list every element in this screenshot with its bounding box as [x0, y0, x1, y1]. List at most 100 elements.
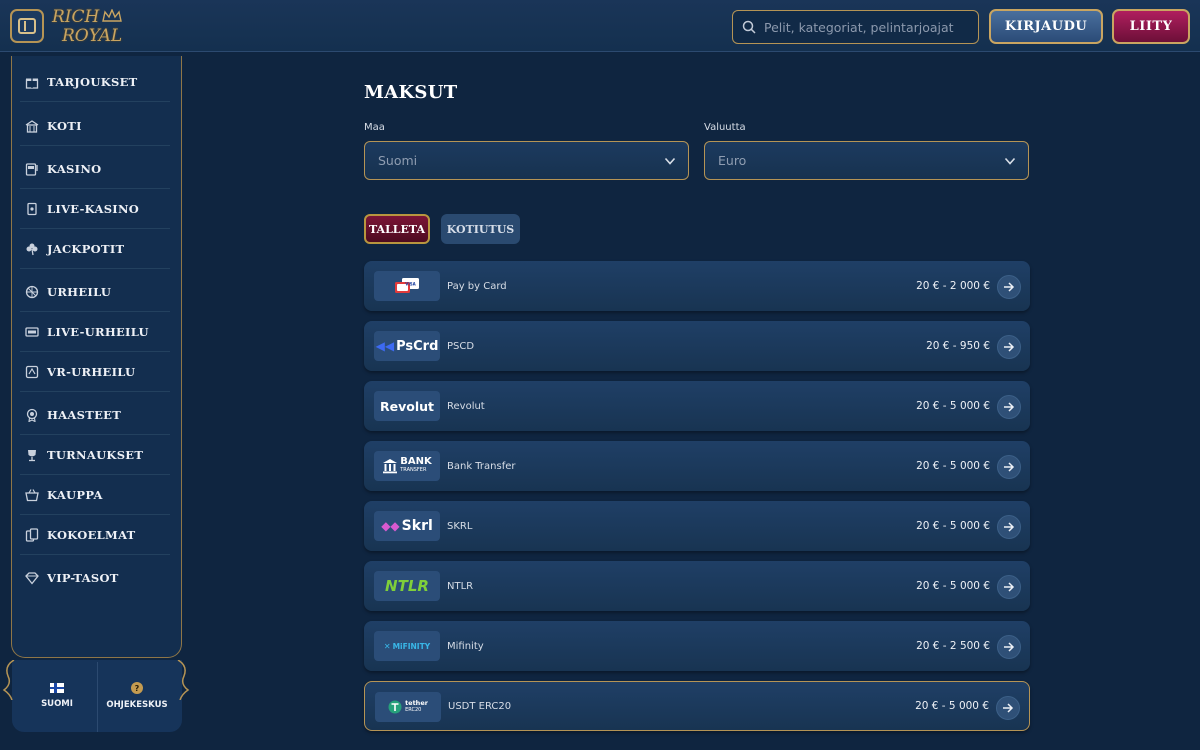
credit-card-icon: VISA: [395, 278, 419, 293]
country-label: Maa: [364, 122, 385, 133]
payment-method-row[interactable]: Revolut Revolut 20 € - 5 000 €: [364, 381, 1030, 431]
slot-machine-icon: [25, 162, 38, 176]
payment-logo: Revolut: [374, 391, 440, 421]
bank-logo-subtext: TRANSFER: [400, 467, 427, 473]
skrl-diamonds-icon: ◆◆: [381, 519, 400, 533]
payment-method-row[interactable]: ◆◆ Skrl SKRL 20 € - 5 000 €: [364, 501, 1030, 551]
payment-limit-range: 20 € - 5 000 €: [916, 580, 990, 592]
trophy-icon: [28, 449, 36, 461]
sidebar-item-live-casino[interactable]: LIVE-KASINO: [20, 189, 170, 229]
sidebar-item-home[interactable]: KOTI: [20, 106, 170, 146]
clover-icon: [26, 243, 38, 255]
select-payment-button[interactable]: [997, 635, 1021, 659]
sidebar-item-challenges[interactable]: HAASTEET: [20, 395, 170, 435]
payment-logo: BANK TRANSFER: [374, 451, 440, 481]
select-payment-button[interactable]: [996, 696, 1020, 720]
chevron-down-icon: [1004, 157, 1016, 165]
payment-logo: ✕ MiFINITY: [374, 631, 440, 661]
diamond-icon: [25, 572, 39, 585]
tab-deposit[interactable]: TALLETA: [364, 214, 430, 244]
currency-label: Valuutta: [704, 122, 746, 133]
payment-logo: VISA: [374, 271, 440, 301]
payment-method-name: USDT ERC20: [448, 700, 512, 712]
home-icon: [25, 119, 39, 133]
sidebar-item-label: TARJOUKSET: [47, 74, 138, 89]
sidebar: TARJOUKSET KOTI KASINO LIVE-KASINO JACKP…: [11, 56, 182, 658]
sidebar-item-tournaments[interactable]: TURNAUKSET: [20, 435, 170, 475]
payment-limit-range: 20 € - 5 000 €: [916, 520, 990, 532]
revolut-logo-text: Revolut: [380, 398, 434, 414]
payment-limit-range: 20 € - 2 500 €: [916, 640, 990, 652]
finland-flag-icon: [50, 683, 64, 693]
ntlr-logo-text: NTLR: [385, 577, 429, 595]
bank-logo-text: BANK: [400, 456, 432, 467]
basket-icon: [25, 488, 39, 501]
sidebar-item-casino[interactable]: KASINO: [20, 149, 170, 189]
sidebar-item-offers[interactable]: TARJOUKSET: [20, 62, 170, 102]
payment-method-name: PSCD: [447, 340, 475, 352]
select-payment-button[interactable]: [997, 575, 1021, 599]
payment-method-row[interactable]: BANK TRANSFER Bank Transfer 20 € - 5 000…: [364, 441, 1030, 491]
sidebar-item-vip-levels[interactable]: VIP-TASOT: [20, 558, 170, 598]
brand-logo[interactable]: RICH ROYAL: [52, 6, 128, 46]
select-payment-button[interactable]: [997, 515, 1021, 539]
visa-logo-text: VISA: [405, 282, 416, 287]
arrow-right-icon: [1003, 703, 1014, 713]
tab-withdraw[interactable]: KOTIUTUS: [441, 214, 520, 244]
select-payment-button[interactable]: [997, 335, 1021, 359]
sidebar-item-label: LIVE-KASINO: [47, 201, 140, 216]
help-center-link[interactable]: ? OHJEKESKUS: [102, 672, 172, 720]
language-selector[interactable]: SUOMI: [22, 672, 92, 720]
ball-icon: [25, 285, 39, 298]
sidebar-item-collections[interactable]: KOKOELMAT: [20, 515, 170, 555]
payment-limit-range: 20 € - 5 000 €: [916, 460, 990, 472]
payment-limit-range: 20 € - 2 000 €: [916, 280, 990, 292]
ornament-left-icon: [2, 660, 15, 700]
search-box[interactable]: [732, 10, 979, 44]
payment-method-name: NTLR: [447, 580, 474, 592]
currency-select[interactable]: Euro: [704, 141, 1029, 180]
payment-method-row[interactable]: ✕ MiFINITY Mifinity 20 € - 2 500 €: [364, 621, 1030, 671]
sidebar-item-label: KOTI: [47, 118, 82, 133]
live-tv-icon: [25, 326, 39, 337]
payment-method-row[interactable]: VISA Pay by Card 20 € - 2 000 €: [364, 261, 1030, 311]
currency-value: Euro: [718, 153, 747, 168]
payment-method-row-selected[interactable]: tether ERC20 USDT ERC20 20 € - 5 000 €: [364, 681, 1030, 731]
sidebar-item-sports[interactable]: URHEILU: [20, 272, 170, 312]
select-payment-button[interactable]: [997, 455, 1021, 479]
sidebar-item-label: KASINO: [47, 161, 102, 176]
sidebar-item-shop[interactable]: KAUPPA: [20, 475, 170, 515]
sidebar-item-live-sports[interactable]: LIVE-URHEILU: [20, 312, 170, 352]
join-button[interactable]: LIITY: [1112, 9, 1190, 44]
country-value: Suomi: [378, 153, 418, 168]
skrl-logo-text: Skrl: [401, 518, 433, 534]
sidebar-item-label: TURNAUKSET: [47, 447, 144, 462]
ornament-right-icon: [177, 660, 190, 700]
arrow-right-icon: [1004, 582, 1015, 592]
payment-method-row[interactable]: ◀◀ PsCrd PSCD 20 € - 950 €: [364, 321, 1030, 371]
cards-icon: [25, 527, 39, 542]
page-title: MAKSUT: [364, 82, 458, 103]
payment-method-row[interactable]: NTLR NTLR 20 € - 5 000 €: [364, 561, 1030, 611]
tether-logo-subtext: ERC20: [405, 707, 422, 713]
payment-method-name: Mifinity: [447, 640, 484, 652]
select-payment-button[interactable]: [997, 275, 1021, 299]
payment-limit-range: 20 € - 5 000 €: [916, 400, 990, 412]
menu-toggle-button[interactable]: [10, 9, 44, 43]
sidebar-footer: SUOMI ? OHJEKESKUS: [2, 660, 190, 732]
sidebar-toggle-icon: [18, 18, 36, 34]
sidebar-item-label: URHEILU: [47, 284, 112, 299]
sidebar-item-vr-sports[interactable]: VR-URHEILU: [20, 352, 170, 392]
search-input[interactable]: [764, 19, 974, 35]
sidebar-item-label: VIP-TASOT: [47, 571, 119, 585]
pscd-chevrons-icon: ◀◀: [375, 339, 395, 353]
arrow-right-icon: [1004, 282, 1015, 292]
sidebar-item-jackpots[interactable]: JACKPOTIT: [20, 229, 170, 269]
select-payment-button[interactable]: [997, 395, 1021, 419]
country-select[interactable]: Suomi: [364, 141, 689, 180]
bank-icon: [383, 459, 398, 474]
payment-method-name: Pay by Card: [447, 280, 507, 292]
payment-logo: ◀◀ PsCrd: [374, 331, 440, 361]
payment-logo: tether ERC20: [375, 692, 441, 722]
login-button[interactable]: KIRJAUDU: [989, 9, 1103, 44]
